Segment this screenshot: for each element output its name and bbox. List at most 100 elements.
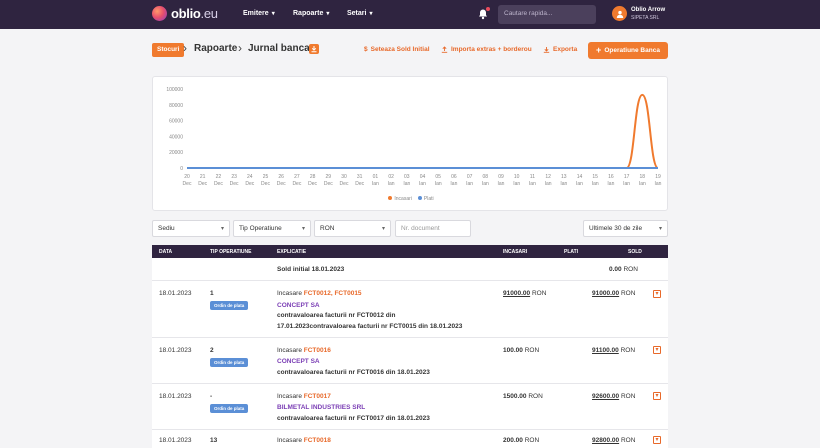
user-name[interactable]: Oblio Arrow bbox=[631, 7, 665, 13]
row-incasari-amount[interactable]: 100.00 bbox=[503, 347, 523, 354]
row-sold: 91100.00 RON bbox=[592, 347, 635, 354]
x-tick-label: Ian bbox=[639, 181, 646, 187]
table-row[interactable]: 18.01.2023 13 Incasare FCT0018 200.00 RO… bbox=[152, 430, 668, 448]
x-tick-label: Dec bbox=[277, 181, 286, 187]
row-prefix: Incasare bbox=[277, 347, 302, 354]
x-tick-label: 27 bbox=[294, 174, 300, 180]
invoice-link[interactable]: FCT0012, FCT0015 bbox=[304, 290, 362, 297]
download-icon bbox=[543, 47, 550, 53]
stocuri-badge[interactable]: Stocuri bbox=[152, 43, 185, 57]
x-tick-label: 13 bbox=[561, 174, 567, 180]
top-navbar: oblio.eu Emitere ▾ Rapoarte ▾ Setari ▾ Caut… bbox=[0, 0, 820, 29]
legend-item-incasari[interactable]: Incasari bbox=[388, 196, 412, 202]
nav-setari[interactable]: Setari ▾ bbox=[347, 10, 372, 17]
nav-emitere[interactable]: Emitere ▾ bbox=[243, 10, 275, 17]
import-statement-link[interactable]: Importa extras + borderou bbox=[441, 46, 532, 53]
row-prefix-line: Incasare FCT0016 bbox=[277, 347, 331, 354]
col-sold[interactable]: SOLD bbox=[628, 249, 642, 255]
notification-dot bbox=[485, 6, 491, 12]
col-incasari[interactable]: INCASARI bbox=[503, 249, 527, 255]
upload-icon bbox=[441, 46, 448, 53]
col-data[interactable]: DATA bbox=[159, 249, 172, 255]
row-incasari-amount[interactable]: 200.00 bbox=[503, 437, 523, 444]
bank-operation-button[interactable]: + Operatiune Banca bbox=[588, 42, 668, 59]
y-tick-label: 40000 bbox=[169, 134, 183, 140]
x-tick-label: Ian bbox=[466, 181, 473, 187]
x-tick-label: Dec bbox=[198, 181, 207, 187]
bank-operation-label: Operatiune Banca bbox=[604, 47, 660, 54]
x-tick-label: 26 bbox=[278, 174, 284, 180]
col-tip-operatiune[interactable]: TIP OPERATIUNE bbox=[210, 249, 252, 255]
invoice-link[interactable]: FCT0018 bbox=[304, 437, 331, 444]
opening-balance-currency: RON bbox=[623, 266, 638, 273]
brand-logo[interactable]: oblio.eu bbox=[152, 6, 218, 21]
partner-link[interactable]: CONCEPT SA bbox=[277, 302, 320, 309]
row-number[interactable]: - bbox=[210, 393, 212, 400]
set-initial-balance-link[interactable]: $ Seteaza Sold Initial bbox=[364, 46, 430, 53]
document-number-input[interactable]: Nr. document bbox=[395, 220, 471, 237]
tip-operatiune-select[interactable]: Tip Operatiune ▾ bbox=[233, 220, 311, 237]
row-prefix: Incasare bbox=[277, 290, 302, 297]
row-number[interactable]: 13 bbox=[210, 437, 217, 444]
x-tick-label: Dec bbox=[261, 181, 270, 187]
bank-journal-chart: 0 20000 40000 60000 80000 100000 20 Dec 21 Dec 22 D… bbox=[152, 76, 668, 211]
x-tick-label: Dec bbox=[183, 181, 192, 187]
x-tick-label: Dec bbox=[230, 181, 239, 187]
y-tick-label: 80000 bbox=[169, 103, 183, 109]
opening-balance-value: 0.00 RON bbox=[609, 266, 638, 273]
legend-item-plati[interactable]: Plati bbox=[417, 196, 434, 202]
row-actions-icon[interactable]: ▾ bbox=[653, 436, 661, 444]
table-row[interactable]: 18.01.2023 2 Ordin de plata Incasare FCT… bbox=[152, 338, 668, 384]
x-tick-label: 16 bbox=[608, 174, 614, 180]
notifications-bell-icon[interactable] bbox=[477, 6, 491, 20]
invoice-link[interactable]: FCT0016 bbox=[304, 347, 331, 354]
col-explicatie[interactable]: EXPLICATIE bbox=[277, 249, 306, 255]
quick-search-input[interactable]: Cautare rapida... bbox=[498, 5, 596, 24]
table-row[interactable]: 18.01.2023 - Ordin de plata Incasare FCT… bbox=[152, 384, 668, 430]
col-plati[interactable]: PLATI bbox=[564, 249, 578, 255]
row-actions-icon[interactable]: ▾ bbox=[653, 392, 661, 400]
row-date: 18.01.2023 bbox=[159, 347, 192, 354]
export-page-icon[interactable] bbox=[309, 44, 319, 54]
x-tick-label: 06 bbox=[451, 174, 457, 180]
row-description-1: contravaloarea facturii nr FCT0016 din 1… bbox=[277, 369, 430, 376]
invoice-link[interactable]: FCT0017 bbox=[304, 393, 331, 400]
row-number[interactable]: 2 bbox=[210, 347, 214, 354]
export-link[interactable]: Exporta bbox=[543, 46, 577, 53]
chart-svg: 02000040000600008000010000020Dec21Dec22D… bbox=[166, 87, 661, 187]
row-actions-icon[interactable]: ▾ bbox=[653, 346, 661, 354]
row-sold-currency: RON bbox=[620, 347, 636, 354]
row-number[interactable]: 1 bbox=[210, 290, 214, 297]
row-incasari-amount[interactable]: 1500.00 bbox=[503, 393, 527, 400]
x-tick-label: Ian bbox=[372, 181, 379, 187]
x-tick-label: 22 bbox=[216, 174, 222, 180]
x-tick-label: 02 bbox=[388, 174, 394, 180]
payment-order-badge: Ordin de plata bbox=[210, 404, 249, 413]
payment-order-badge: Ordin de plata bbox=[210, 301, 249, 310]
x-tick-label: Ian bbox=[450, 181, 457, 187]
chevron-down-icon: ▾ bbox=[381, 226, 385, 232]
x-tick-label: Dec bbox=[292, 181, 301, 187]
user-avatar[interactable] bbox=[612, 6, 627, 21]
row-sold-currency: RON bbox=[620, 437, 636, 444]
table-row[interactable]: 18.01.2023 1 Ordin de plata Incasare FCT… bbox=[152, 281, 668, 338]
row-incasari-amount[interactable]: 91000.00 bbox=[503, 290, 530, 297]
partner-link[interactable]: CONCEPT SA bbox=[277, 358, 320, 365]
x-tick-label: 28 bbox=[310, 174, 316, 180]
x-tick-label: 21 bbox=[200, 174, 206, 180]
row-sold: 91000.00 RON bbox=[592, 290, 635, 297]
chart-legend: Incasari Plati bbox=[153, 196, 669, 202]
payment-order-badge: Ordin de plata bbox=[210, 358, 249, 367]
row-actions-icon[interactable]: ▾ bbox=[653, 290, 661, 298]
x-tick-label: Dec bbox=[245, 181, 254, 187]
sediu-select[interactable]: Sediu ▾ bbox=[152, 220, 230, 237]
partner-link[interactable]: BILMETAL INDUSTRIES SRL bbox=[277, 404, 365, 411]
nav-rapoarte[interactable]: Rapoarte ▾ bbox=[293, 10, 329, 17]
breadcrumb-rapoarte[interactable]: Rapoarte bbox=[194, 43, 237, 54]
row-sold-amount: 92600.00 bbox=[592, 393, 620, 400]
row-sold: 92600.00 RON bbox=[592, 393, 635, 400]
x-tick-label: Dec bbox=[324, 181, 333, 187]
currency-select[interactable]: RON ▾ bbox=[314, 220, 391, 237]
period-select[interactable]: Ultimele 30 de zile ▾ bbox=[583, 220, 668, 237]
x-tick-label: Ian bbox=[419, 181, 426, 187]
